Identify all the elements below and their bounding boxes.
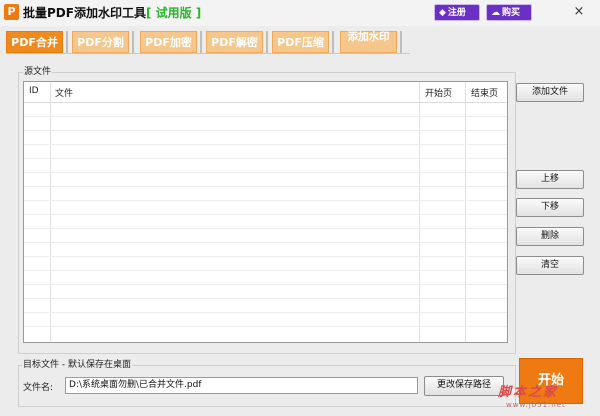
tab-pdf-compress[interactable]: PDF压缩: [272, 31, 329, 53]
filename-label: 文件名:: [23, 383, 54, 393]
tab-separator: [266, 31, 268, 53]
tab-pdf-decrypt[interactable]: PDF解密: [206, 31, 263, 53]
filename-field[interactable]: D:\系统桌面勿删\已合并文件.pdf: [65, 377, 418, 394]
column-end-page[interactable]: 结束页: [471, 86, 498, 99]
tab-divider: [6, 53, 410, 54]
row-divider: [24, 214, 507, 215]
add-file-button[interactable]: 添加文件: [516, 83, 584, 102]
row-divider: [24, 284, 507, 285]
tab-separator: [132, 31, 134, 53]
column-start-page[interactable]: 开始页: [425, 86, 452, 99]
file-table[interactable]: ID 文件 开始页 结束页: [23, 81, 508, 343]
title-bar: P 批量PDF添加水印工具[ 试用版 ] ◆ 注册 ☁ 购买 ×: [0, 0, 600, 26]
buy-label: 购买: [502, 8, 521, 18]
column-divider: [50, 82, 51, 342]
column-id[interactable]: ID: [29, 86, 39, 96]
column-divider: [419, 82, 420, 342]
buy-button[interactable]: ☁ 购买: [486, 4, 532, 21]
tab-separator: [332, 31, 334, 53]
tab-separator: [200, 31, 202, 53]
row-divider: [24, 144, 507, 145]
row-divider: [24, 158, 507, 159]
row-divider: [24, 172, 507, 173]
row-divider: [24, 200, 507, 201]
change-save-path-button[interactable]: 更改保存路径: [424, 376, 504, 396]
app-name: 批量PDF添加水印工具: [23, 6, 146, 20]
row-divider: [24, 270, 507, 271]
row-divider: [24, 130, 507, 131]
trial-badge: [ 试用版 ]: [145, 6, 202, 20]
target-group-label: 目标文件 - 默认保存在桌面: [22, 357, 132, 370]
window-title: 批量PDF添加水印工具[ 试用版 ]: [23, 4, 201, 21]
row-divider: [24, 228, 507, 229]
row-divider: [24, 242, 507, 243]
close-button[interactable]: ×: [570, 3, 588, 21]
table-header: ID 文件 开始页 结束页: [24, 82, 507, 103]
move-up-button[interactable]: 上移: [516, 170, 584, 189]
cloud-icon: ☁: [491, 8, 500, 18]
row-divider: [24, 326, 507, 327]
source-group-label: 源文件: [23, 64, 53, 77]
app-logo-icon: P: [4, 4, 19, 20]
row-divider: [24, 256, 507, 257]
move-down-button[interactable]: 下移: [516, 198, 584, 217]
delete-button[interactable]: 删除: [516, 227, 584, 246]
register-button[interactable]: ◆ 注册: [434, 4, 480, 21]
tab-pdf-split[interactable]: PDF分割: [72, 31, 129, 53]
tab-separator: [66, 31, 68, 53]
register-label: 注册: [447, 8, 466, 18]
tab-pdf-encrypt[interactable]: PDF加密: [140, 31, 197, 53]
row-divider: [24, 312, 507, 313]
column-file[interactable]: 文件: [55, 86, 73, 99]
tab-pdf-merge[interactable]: PDF合并: [6, 31, 63, 53]
tab-add-watermark[interactable]: 添加水印: [340, 31, 397, 53]
column-divider: [465, 82, 466, 342]
clear-button[interactable]: 清空: [516, 256, 584, 275]
site-watermark: 脚本之家: [498, 385, 559, 400]
row-divider: [24, 186, 507, 187]
tab-separator: [400, 31, 402, 53]
row-divider: [24, 298, 507, 299]
site-watermark-url: www.jb51.net: [506, 401, 566, 409]
diamond-icon: ◆: [439, 8, 446, 18]
row-divider: [24, 116, 507, 117]
